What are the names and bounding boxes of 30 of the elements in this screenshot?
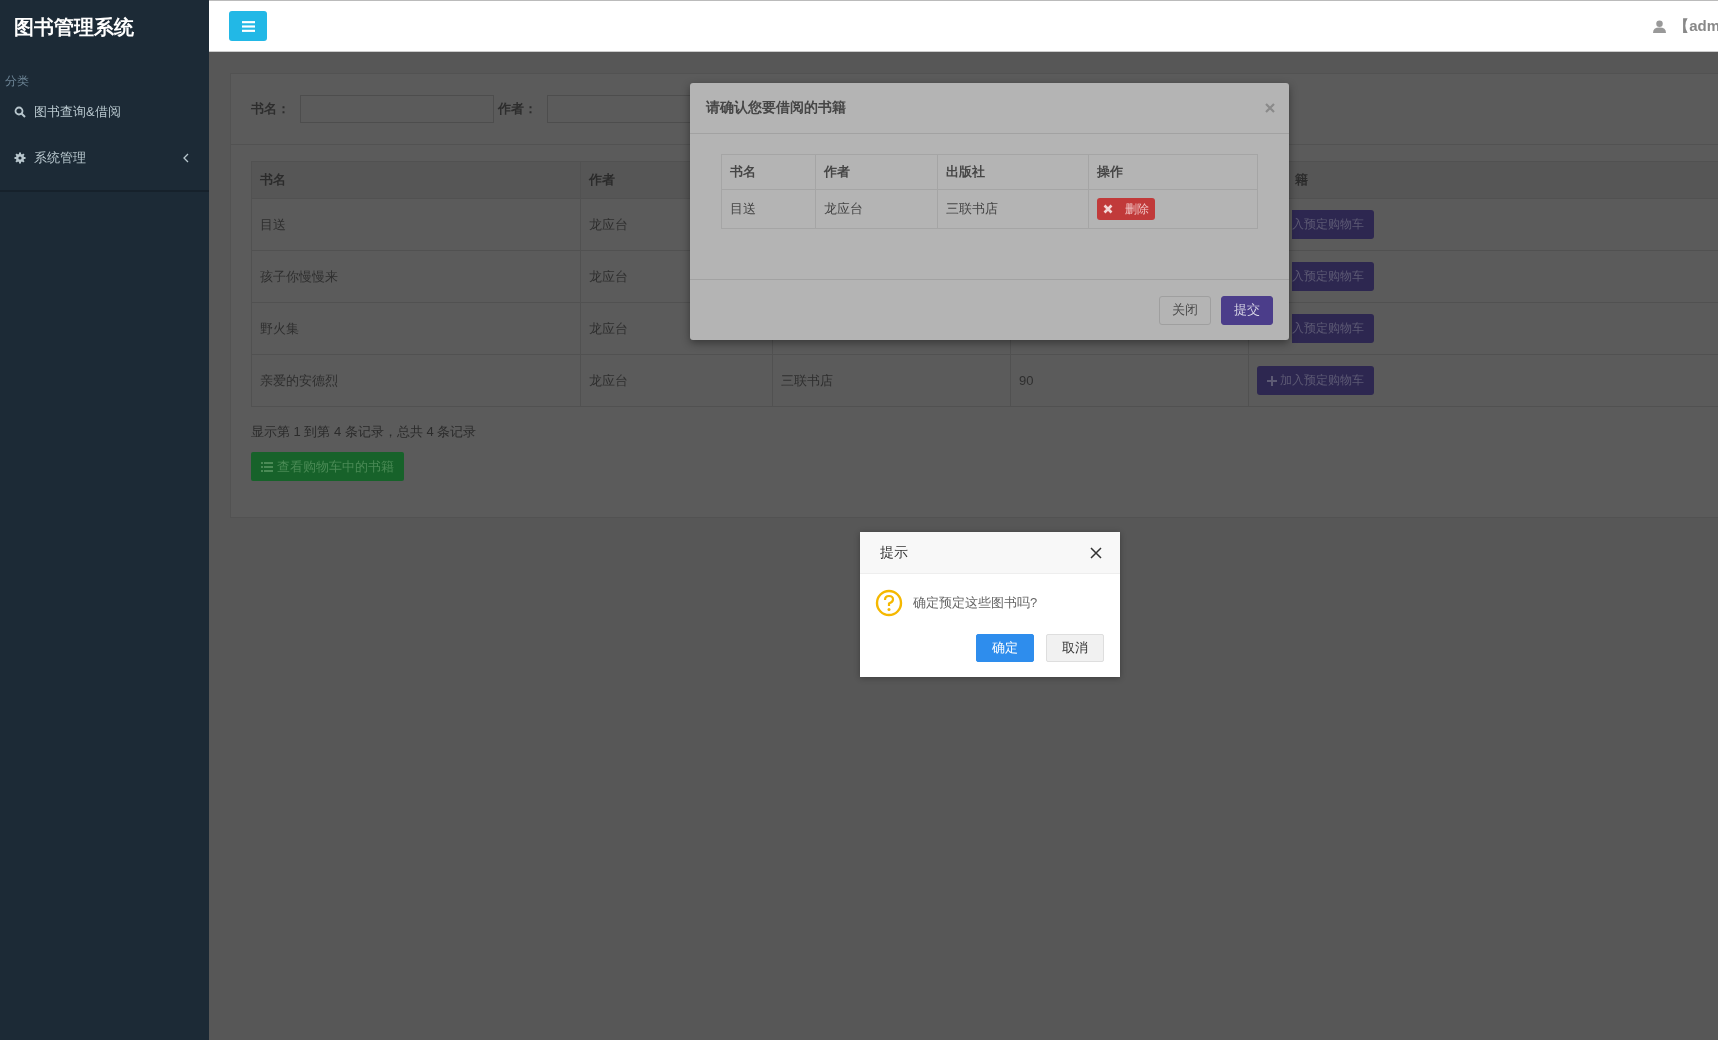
column-header: 书名 <box>730 164 756 179</box>
dialog-title: 提示 <box>880 543 908 562</box>
close-icon[interactable] <box>1090 546 1102 559</box>
close-icon <box>1103 204 1113 214</box>
sidebar-item[interactable]: 系统管理 <box>0 135 209 181</box>
plus-icon <box>1267 375 1277 386</box>
chevron-icon <box>183 153 189 163</box>
app-title: 图书管理系统 <box>13 15 135 40</box>
delete-button[interactable]: 删除 <box>1097 198 1155 220</box>
modal-title: 请确认您要借阅的书籍 <box>706 99 846 117</box>
confirm-button[interactable]: 确定 <box>976 634 1034 662</box>
table-cell: 三联书店 <box>946 201 998 216</box>
settings-icon <box>14 152 26 164</box>
question-icon <box>875 589 903 617</box>
search-icon <box>14 106 26 118</box>
table-cell: 目送 <box>730 201 756 216</box>
section-label: 分类 <box>4 73 30 89</box>
column-header: 操作 <box>1097 164 1123 179</box>
column-header: 出版社 <box>946 164 985 179</box>
user-icon <box>1653 19 1667 33</box>
sidebar-item[interactable]: 图书查询&借阅 <box>0 89 209 135</box>
menu-button[interactable] <box>229 11 267 41</box>
submit-button[interactable]: 提交 <box>1221 295 1273 325</box>
dialog-message: 确定预定这些图书吗? <box>913 594 1038 612</box>
column-header: 作者 <box>824 164 850 179</box>
close-button[interactable]: 关闭 <box>1159 295 1211 325</box>
cancel-button[interactable]: 取消 <box>1046 634 1104 662</box>
list-icon <box>261 461 273 472</box>
menu-icon <box>241 20 255 32</box>
table-cell: 龙应台 <box>824 201 863 216</box>
